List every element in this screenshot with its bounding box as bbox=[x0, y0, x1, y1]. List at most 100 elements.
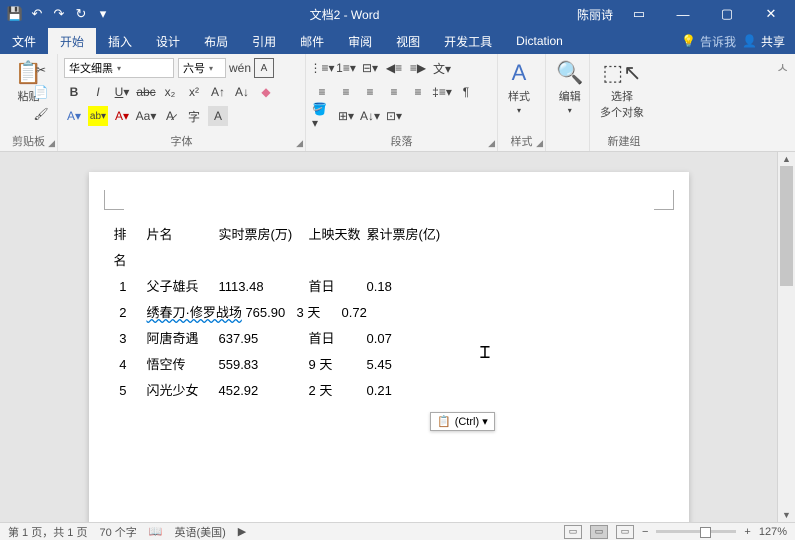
scroll-down-icon[interactable]: ▼ bbox=[778, 508, 795, 522]
scroll-thumb[interactable] bbox=[780, 166, 793, 286]
font-dialog-launcher[interactable]: ◢ bbox=[296, 138, 303, 149]
enclose-character-button[interactable]: 字 bbox=[184, 106, 204, 126]
tab-design[interactable]: 设计 bbox=[144, 28, 192, 54]
numbering-button[interactable]: 1≡▾ bbox=[336, 58, 356, 78]
bold-button[interactable]: B bbox=[64, 82, 84, 102]
show-marks-button[interactable]: ¶ bbox=[456, 82, 476, 102]
tab-home[interactable]: 开始 bbox=[48, 28, 96, 54]
tab-review[interactable]: 审阅 bbox=[336, 28, 384, 54]
styles-button[interactable]: A 样式▾ bbox=[504, 58, 534, 117]
shading-button[interactable]: 🪣▾ bbox=[312, 106, 332, 126]
tab-file[interactable]: 文件 bbox=[0, 28, 48, 54]
increase-indent-button[interactable]: ≡▶ bbox=[408, 58, 428, 78]
zoom-in-button[interactable]: + bbox=[744, 526, 750, 538]
refresh-icon[interactable]: ↻ bbox=[72, 5, 90, 23]
table-row: 5闪光少女452.922 天0.21 bbox=[107, 378, 671, 404]
save-icon[interactable]: 💾 bbox=[6, 5, 24, 23]
distributed-button[interactable]: ≡ bbox=[408, 82, 428, 102]
collapse-ribbon-icon[interactable]: ㅅ bbox=[770, 54, 795, 151]
character-border-icon[interactable]: A bbox=[254, 58, 274, 78]
redo-icon[interactable]: ↷ bbox=[50, 5, 68, 23]
text-effects-button[interactable]: A▾ bbox=[64, 106, 84, 126]
multilevel-list-button[interactable]: ⊟▾ bbox=[360, 58, 380, 78]
character-shading-button[interactable]: A bbox=[208, 106, 228, 126]
underline-button[interactable]: U▾ bbox=[112, 82, 132, 102]
paragraph-group-label: 段落 bbox=[312, 131, 491, 149]
tab-mailings[interactable]: 邮件 bbox=[288, 28, 336, 54]
font-color-button[interactable]: A▾ bbox=[112, 106, 132, 126]
align-right-button[interactable]: ≡ bbox=[360, 82, 380, 102]
justify-button[interactable]: ≡ bbox=[384, 82, 404, 102]
find-icon: 🔍 bbox=[556, 60, 583, 86]
font-size-combo[interactable]: 六号▾ bbox=[178, 58, 226, 78]
sort-button[interactable]: A↓▾ bbox=[360, 106, 380, 126]
tab-developer[interactable]: 开发工具 bbox=[432, 28, 504, 54]
tell-me-search[interactable]: 💡 告诉我 bbox=[681, 33, 736, 50]
proofing-icon[interactable]: 📖 bbox=[149, 525, 163, 538]
borders-button[interactable]: ⊞▾ bbox=[336, 106, 356, 126]
close-button[interactable]: ✕ bbox=[753, 0, 789, 28]
qat-more-icon[interactable]: ▾ bbox=[94, 5, 112, 23]
copy-icon[interactable]: 📄 bbox=[31, 82, 51, 102]
superscript-button[interactable]: x² bbox=[184, 82, 204, 102]
italic-button[interactable]: I bbox=[88, 82, 108, 102]
line-spacing-button[interactable]: ‡≡▾ bbox=[432, 82, 452, 102]
paste-options-button[interactable]: 📋(Ctrl) ▾ bbox=[430, 412, 495, 431]
page-number-status[interactable]: 第 1 页，共 1 页 bbox=[8, 524, 87, 540]
tab-view[interactable]: 视图 bbox=[384, 28, 432, 54]
strikethrough-button[interactable]: abc bbox=[136, 82, 156, 102]
web-layout-button[interactable]: ▭ bbox=[616, 525, 634, 539]
tab-layout[interactable]: 布局 bbox=[192, 28, 240, 54]
align-center-button[interactable]: ≡ bbox=[336, 82, 356, 102]
styles-group-label: 样式 bbox=[504, 131, 539, 149]
select-objects-button[interactable]: ⬚↖ 选择 多个对象 bbox=[596, 58, 648, 122]
align-left-button[interactable]: ≡ bbox=[312, 82, 332, 102]
grow-font-button[interactable]: A↑ bbox=[208, 82, 228, 102]
font-name-combo[interactable]: 华文细黑▾ bbox=[64, 58, 174, 78]
print-layout-button[interactable]: ▭ bbox=[590, 525, 608, 539]
cut-icon[interactable]: ✂ bbox=[31, 60, 51, 80]
text-cursor-icon: Ꮖ bbox=[480, 345, 491, 363]
vertical-scrollbar[interactable]: ▲ ▼ bbox=[777, 152, 795, 522]
share-button[interactable]: 👤 共享 bbox=[742, 33, 785, 50]
tab-insert[interactable]: 插入 bbox=[96, 28, 144, 54]
format-painter-icon[interactable]: 🖌 bbox=[31, 104, 51, 124]
read-mode-button[interactable]: ▭ bbox=[564, 525, 582, 539]
newgroup-label: 新建组 bbox=[596, 131, 652, 149]
eraser-icon[interactable]: ◆ bbox=[256, 82, 276, 102]
zoom-out-button[interactable]: − bbox=[642, 526, 648, 538]
word-count-status[interactable]: 70 个字 bbox=[99, 524, 136, 540]
asian-layout-button[interactable]: 文▾ bbox=[432, 58, 452, 78]
clipboard-group-label: 剪贴板 bbox=[6, 131, 51, 149]
undo-icon[interactable]: ↶ bbox=[28, 5, 46, 23]
margin-corner-left bbox=[104, 190, 124, 210]
ribbon-toggle-icon[interactable]: ▭ bbox=[621, 0, 657, 28]
table-row: 4悟空传559.839 天5.45 bbox=[107, 352, 671, 378]
snap-button[interactable]: ⊡▾ bbox=[384, 106, 404, 126]
cursor-icon: ⬚↖ bbox=[602, 60, 641, 86]
shrink-font-button[interactable]: A↓ bbox=[232, 82, 252, 102]
maximize-button[interactable]: ▢ bbox=[709, 0, 745, 28]
clipboard-dialog-launcher[interactable]: ◢ bbox=[48, 138, 55, 149]
user-name[interactable]: 陈丽诗 bbox=[577, 6, 613, 23]
font-group-label: 字体 bbox=[64, 131, 299, 149]
zoom-slider[interactable] bbox=[656, 530, 736, 533]
minimize-button[interactable]: — bbox=[665, 0, 701, 28]
document-area[interactable]: 排名 片名 实时票房(万) 上映天数 累计票房(亿) 1父子雄兵1113.48首… bbox=[0, 152, 777, 522]
clear-formatting-button[interactable]: A̷ bbox=[160, 106, 180, 126]
bullets-button[interactable]: ⋮≡▾ bbox=[312, 58, 332, 78]
change-case-button[interactable]: Aa▾ bbox=[136, 106, 156, 126]
styles-dialog-launcher[interactable]: ◢ bbox=[536, 138, 543, 149]
zoom-level[interactable]: 127% bbox=[759, 526, 787, 538]
macro-icon[interactable]: ▶ bbox=[238, 525, 246, 538]
phonetic-guide-icon[interactable]: wén bbox=[230, 58, 250, 78]
language-status[interactable]: 英语(美国) bbox=[174, 524, 225, 540]
highlight-button[interactable]: ab▾ bbox=[88, 106, 108, 126]
editing-button[interactable]: 🔍 编辑▾ bbox=[552, 58, 587, 117]
tab-dictation[interactable]: Dictation bbox=[504, 28, 575, 54]
decrease-indent-button[interactable]: ◀≡ bbox=[384, 58, 404, 78]
scroll-up-icon[interactable]: ▲ bbox=[778, 152, 795, 166]
tab-references[interactable]: 引用 bbox=[240, 28, 288, 54]
paragraph-dialog-launcher[interactable]: ◢ bbox=[488, 138, 495, 149]
subscript-button[interactable]: x₂ bbox=[160, 82, 180, 102]
